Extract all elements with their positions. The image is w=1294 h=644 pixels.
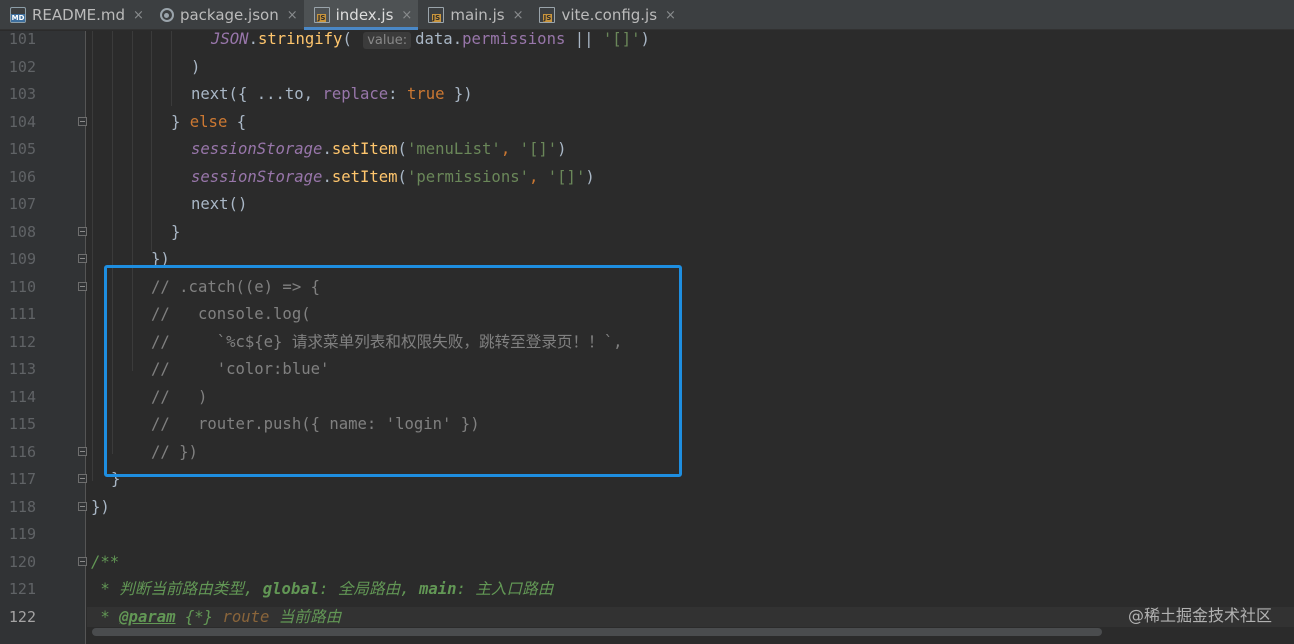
tab-main-js[interactable]: JS main.js × — [418, 0, 529, 30]
parameter-hint: value: — [363, 32, 412, 49]
code-line: sessionStorage.setItem('permissions', '[… — [191, 168, 595, 186]
code-line: next() — [191, 195, 248, 213]
doc-comment-line: * @param {*} route 当前路由 — [91, 608, 342, 626]
line-number-current: 122 — [8, 608, 36, 626]
package-json-icon — [159, 8, 174, 22]
line-number: 116 — [8, 443, 36, 461]
line-number: 119 — [8, 525, 36, 543]
indent-guide — [151, 31, 152, 251]
indent-guide — [92, 31, 93, 481]
fold-icon[interactable] — [78, 254, 87, 263]
tab-package-json[interactable]: package.json × — [150, 0, 304, 30]
line-number-gutter[interactable]: 101 102 103 104 105 106 107 108 109 110 … — [0, 30, 87, 644]
line-number: 115 — [8, 415, 36, 433]
line-number: 110 — [8, 278, 36, 296]
line-number: 111 — [8, 305, 36, 323]
editor-tab-bar: MD README.md × package.json × JS index.j… — [0, 0, 1294, 30]
tab-label: README.md — [32, 6, 126, 24]
fold-icon[interactable] — [78, 502, 87, 511]
doc-comment-line: * 判断当前路由类型, global: 全局路由, main: 主入口路由 — [91, 580, 554, 598]
tab-vite-config-js[interactable]: JS vite.config.js × — [529, 0, 681, 30]
fold-icon[interactable] — [78, 557, 87, 566]
line-number: 112 — [8, 333, 36, 351]
tab-label: main.js — [450, 6, 505, 24]
doc-comment-line: /** — [91, 553, 120, 571]
tab-label: index.js — [335, 6, 394, 24]
tab-label: vite.config.js — [561, 6, 658, 24]
highlight-box — [104, 265, 682, 477]
line-number: 102 — [8, 58, 36, 76]
fold-icon[interactable] — [78, 227, 87, 236]
tab-readme-md[interactable]: MD README.md × — [0, 0, 150, 30]
line-number: 120 — [8, 553, 36, 571]
tab-index-js[interactable]: JS index.js × — [303, 0, 419, 30]
line-number: 103 — [8, 85, 36, 103]
line-number: 108 — [8, 223, 36, 241]
watermark: @稀土掘金技术社区 — [1127, 606, 1272, 625]
line-number: 117 — [8, 470, 36, 488]
line-number: 114 — [8, 388, 36, 406]
code-line: ) — [191, 58, 201, 76]
code-line: } — [171, 223, 181, 241]
indent-guide — [171, 31, 172, 106]
fold-icon[interactable] — [78, 447, 87, 456]
close-icon[interactable]: × — [287, 8, 298, 23]
code-line: }) — [91, 498, 110, 516]
line-number: 104 — [8, 113, 36, 131]
tab-label: package.json — [179, 6, 279, 24]
code-line: sessionStorage.setItem('menuList', '[]') — [191, 140, 567, 158]
line-number: 101 — [8, 30, 36, 48]
line-number: 109 — [8, 250, 36, 268]
close-icon[interactable]: × — [133, 8, 144, 23]
line-number: 121 — [8, 580, 36, 598]
code-line: JSON.stringify( value: data.permissions |… — [211, 30, 650, 49]
close-icon[interactable]: × — [401, 8, 412, 23]
js-file-icon: JS — [313, 7, 330, 23]
fold-icon[interactable] — [78, 117, 87, 126]
fold-icon[interactable] — [78, 474, 87, 483]
line-number: 118 — [8, 498, 36, 516]
line-number: 105 — [8, 140, 36, 158]
close-icon[interactable]: × — [513, 8, 524, 23]
line-number: 106 — [8, 168, 36, 186]
code-line: } else { — [171, 113, 247, 131]
line-number: 107 — [8, 195, 36, 213]
code-line: next({ ...to, replace: true }) — [191, 85, 473, 103]
horizontal-scrollbar[interactable] — [92, 628, 1102, 636]
close-icon[interactable]: × — [665, 8, 676, 23]
line-number: 113 — [8, 360, 36, 378]
markdown-file-icon: MD — [10, 7, 26, 23]
js-file-icon: JS — [539, 7, 556, 23]
js-file-icon: JS — [428, 7, 445, 23]
fold-icon[interactable] — [78, 282, 87, 291]
